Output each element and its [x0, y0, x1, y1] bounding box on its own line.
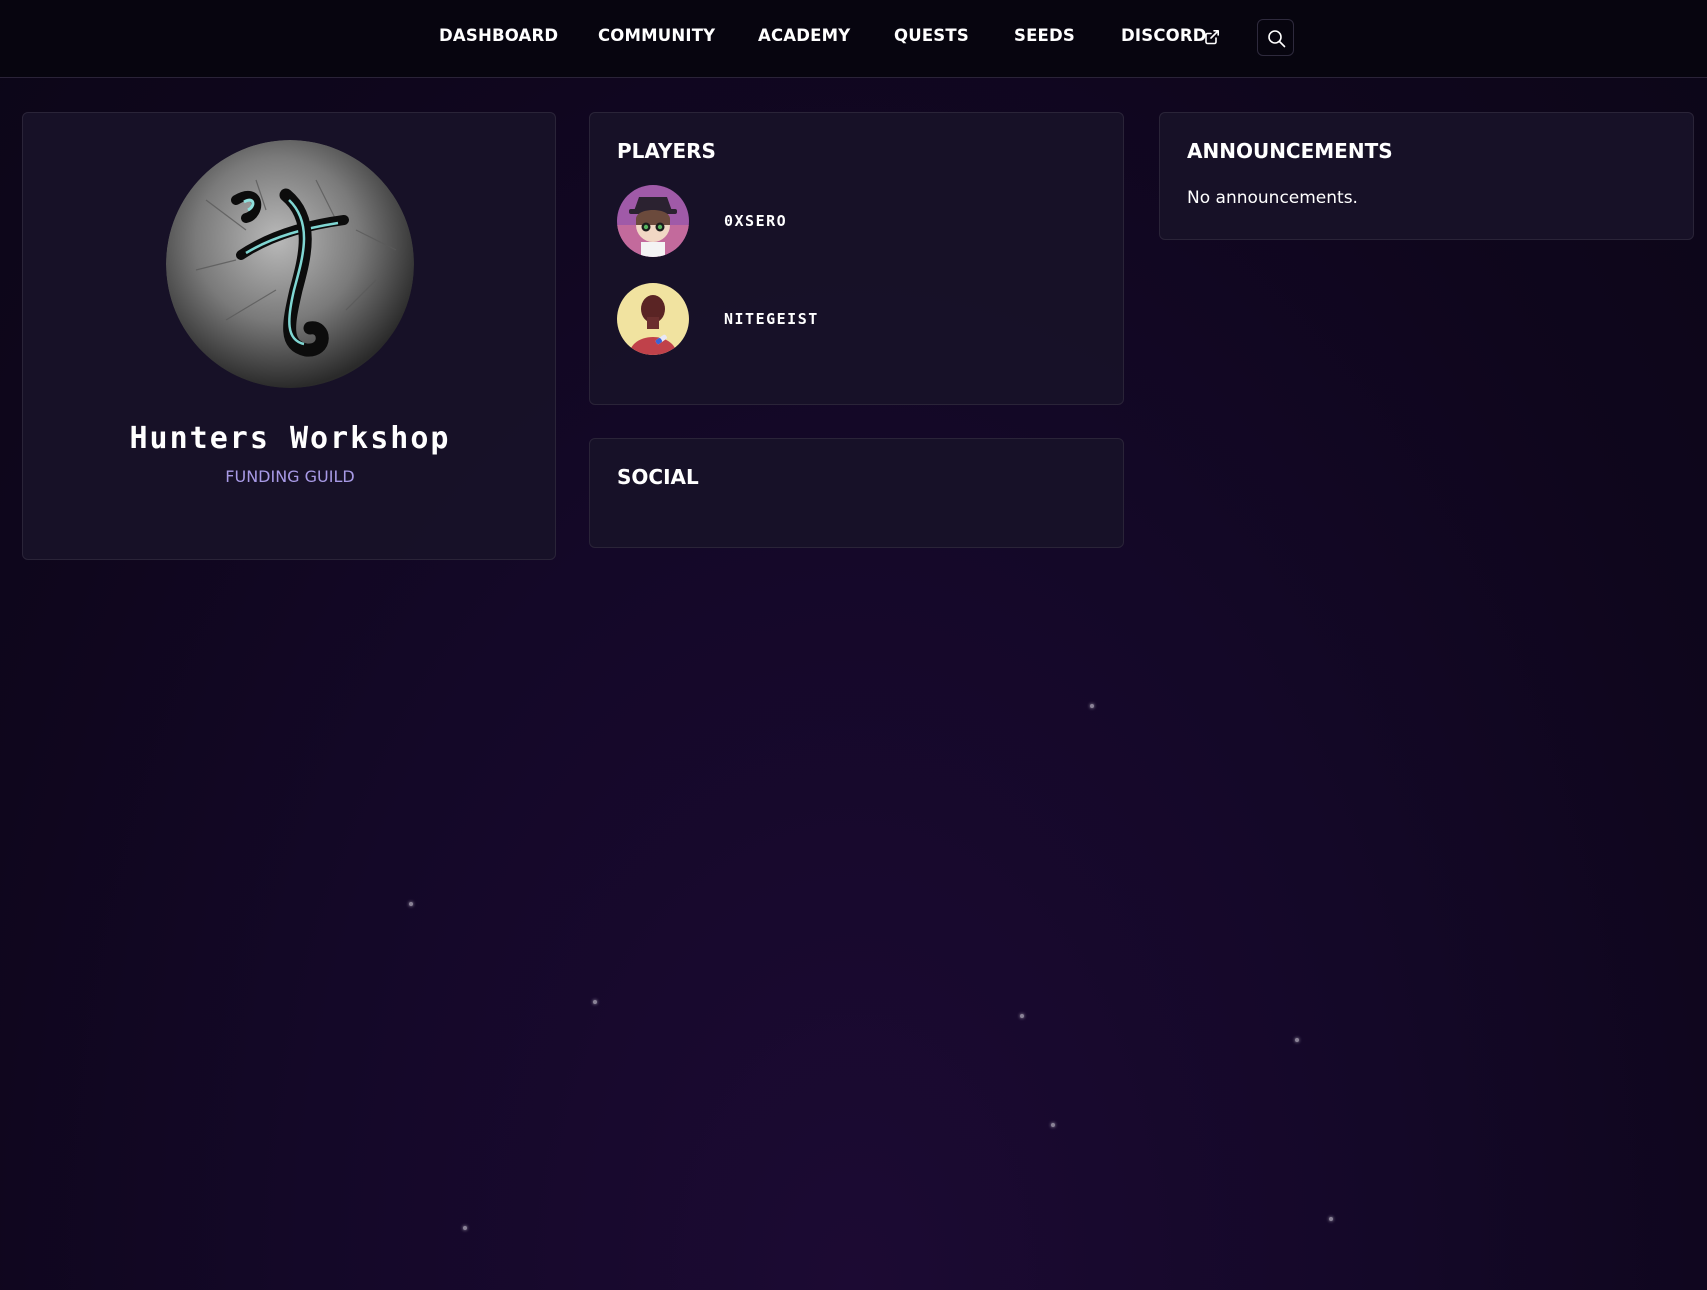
nav-discord-link[interactable]: DISCORD — [1121, 26, 1207, 45]
star-decoration — [409, 902, 413, 906]
social-card: SOCIAL — [589, 438, 1124, 548]
star-decoration — [1329, 1217, 1333, 1221]
player-name[interactable]: 0XSERO — [724, 212, 787, 230]
announcements-title: ANNOUNCEMENTS — [1187, 139, 1393, 163]
player-avatar[interactable] — [617, 283, 689, 355]
search-icon — [1268, 30, 1286, 48]
nav-academy-link[interactable]: ACADEMY — [758, 26, 850, 45]
player-row-nitegeist[interactable]: NITEGEIST — [617, 283, 1097, 355]
announcements-card: ANNOUNCEMENTS No announcements. — [1159, 112, 1694, 240]
star-decoration — [1020, 1014, 1024, 1018]
player-name[interactable]: NITEGEIST — [724, 310, 819, 328]
social-title: SOCIAL — [617, 465, 699, 489]
players-card: PLAYERS 0XSERO NITEGEIST — [589, 112, 1124, 405]
search-button[interactable] — [1257, 19, 1294, 56]
star-decoration — [1090, 704, 1094, 708]
player-row-0xsero[interactable]: 0XSERO — [617, 185, 1097, 257]
nav-dashboard-link[interactable]: DASHBOARD — [439, 26, 558, 45]
nav-quests-link[interactable]: QUESTS — [894, 26, 969, 45]
guild-name: Hunters Workshop — [129, 421, 451, 456]
star-decoration — [1295, 1038, 1299, 1042]
guild-profile-card: Hunters Workshop FUNDING GUILD — [22, 112, 556, 560]
players-title: PLAYERS — [617, 139, 716, 163]
top-navigation: DASHBOARD COMMUNITY ACADEMY QUESTS SEEDS… — [0, 0, 1707, 78]
star-decoration — [463, 1226, 467, 1230]
guild-type-label: FUNDING GUILD — [225, 467, 355, 486]
external-link-icon[interactable] — [1204, 29, 1220, 45]
star-decoration — [593, 1000, 597, 1004]
star-decoration — [1051, 1123, 1055, 1127]
player-avatar[interactable] — [617, 185, 689, 257]
announcements-empty-text: No announcements. — [1187, 188, 1358, 208]
nav-seeds-link[interactable]: SEEDS — [1014, 26, 1075, 45]
guild-logo — [166, 140, 414, 388]
nav-community-link[interactable]: COMMUNITY — [598, 26, 715, 45]
